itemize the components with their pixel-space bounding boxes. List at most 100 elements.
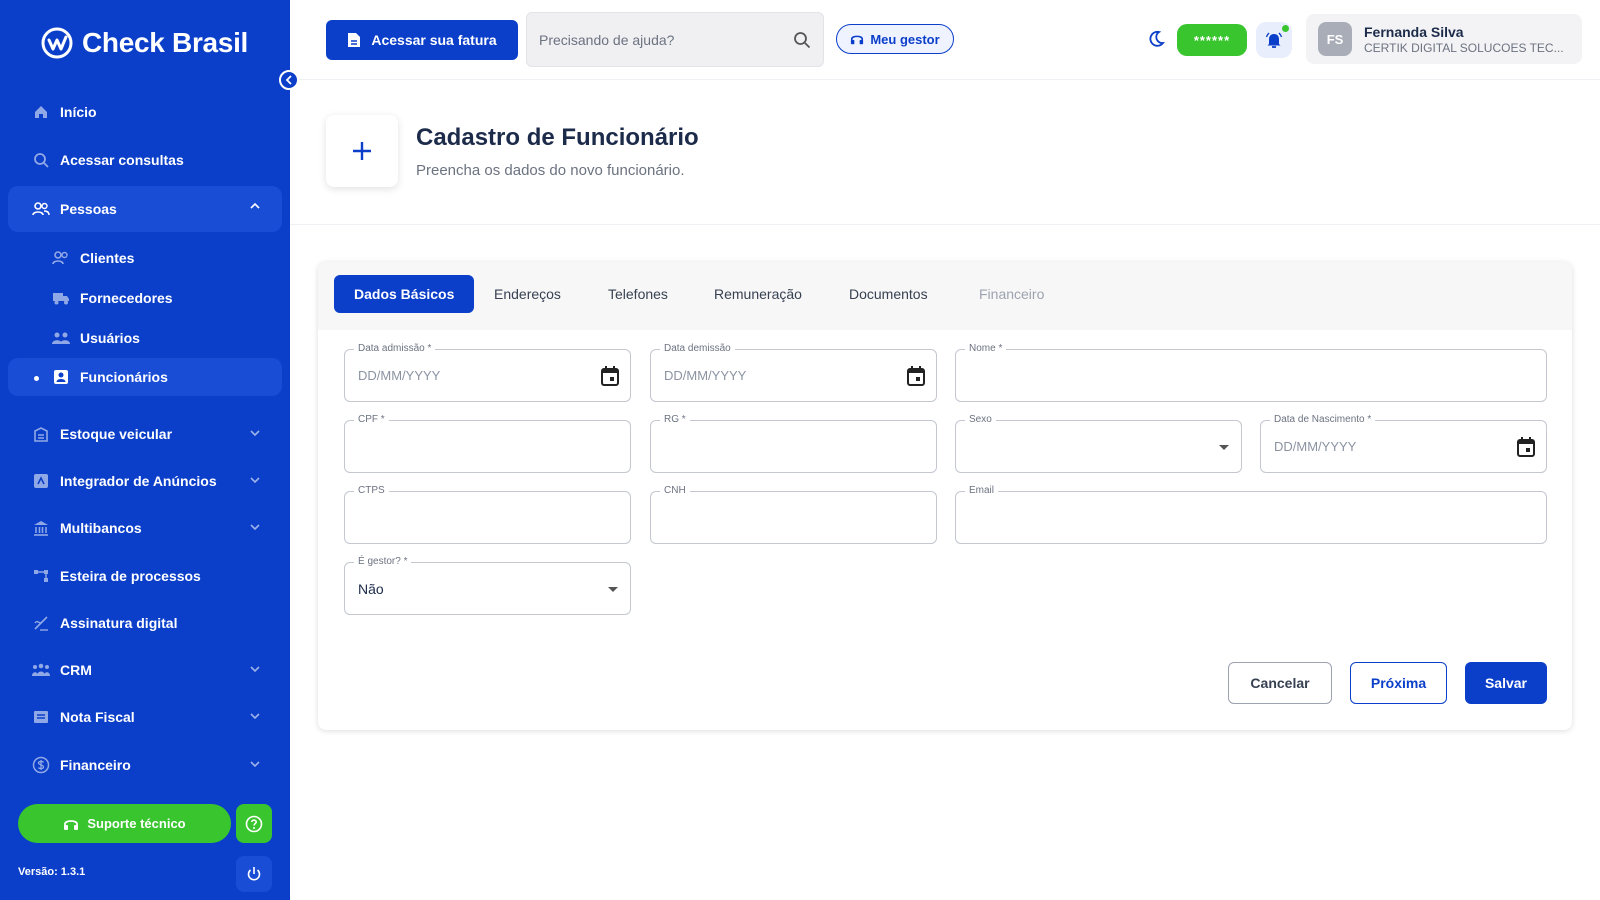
help-search-input[interactable]: [539, 31, 793, 48]
sidebar-item-crm[interactable]: CRM: [8, 646, 282, 693]
field-label: CPF *: [354, 414, 389, 426]
field-label: Data demissão: [660, 343, 735, 355]
form-tabs: Dados Básicos Endereços Telefones Remune…: [318, 262, 1572, 330]
data-nascimento-field[interactable]: Data de Nascimento * DD/MM/YYYY: [1260, 414, 1547, 473]
avatar: FS: [1318, 22, 1352, 56]
sidebar-item-label: Financeiro: [60, 756, 131, 773]
chevron-down-icon: [250, 761, 260, 767]
sidebar-item-financeiro[interactable]: Financeiro: [8, 741, 282, 788]
version-label: Versão: 1.3.1: [18, 866, 86, 878]
moon-icon[interactable]: [1147, 30, 1165, 48]
calendar-icon[interactable]: [906, 365, 926, 387]
logout-button[interactable]: [236, 856, 272, 892]
bank-icon: [32, 519, 50, 537]
sidebar-item-label: Nota Fiscal: [60, 709, 135, 725]
field-label: Nome *: [965, 343, 1007, 355]
sidebar-item-estoque[interactable]: Estoque veicular: [8, 410, 282, 457]
dropdown-arrow-icon: [608, 587, 618, 592]
tab-financeiro: Financeiro: [979, 286, 1045, 302]
sidebar-item-assinatura[interactable]: Assinatura digital: [8, 599, 282, 646]
sidebar-item-label: Usuários: [80, 330, 140, 346]
ctps-field[interactable]: CTPS: [344, 485, 631, 544]
dropdown-arrow-icon: [1219, 445, 1229, 450]
sidebar-item-multibancos[interactable]: Multibancos: [8, 504, 282, 552]
bell-icon: [1265, 31, 1283, 49]
tab-documentos[interactable]: Documentos: [849, 275, 928, 313]
sidebar-item-label: Integrador de Anúncios: [60, 472, 217, 489]
badge-icon: [52, 368, 70, 386]
cancel-button[interactable]: Cancelar: [1228, 662, 1332, 704]
next-button[interactable]: Próxima: [1350, 662, 1447, 704]
sidebar-item-clientes[interactable]: Clientes: [8, 238, 282, 278]
invoice-icon: [32, 708, 50, 726]
field-label: Sexo: [965, 414, 996, 426]
help-icon: [245, 815, 263, 833]
home-icon: [32, 103, 50, 121]
sidebar-item-consultas[interactable]: Acessar consultas: [8, 140, 282, 180]
data-demissao-field[interactable]: Data demissão DD/MM/YYYY: [650, 343, 937, 402]
sidebar-item-esteira[interactable]: Esteira de processos: [8, 552, 282, 599]
sidebar-collapse-button[interactable]: [279, 70, 299, 90]
headset-icon: [850, 32, 864, 46]
field-placeholder: DD/MM/YYYY: [358, 368, 441, 383]
flow-icon: [32, 567, 50, 585]
sidebar-menu: Início Acessar consultas Pessoas Cliente…: [8, 92, 282, 788]
email-field[interactable]: Email: [955, 485, 1547, 544]
money-icon: [32, 756, 50, 774]
field-label: CTPS: [354, 485, 389, 497]
support-button[interactable]: Suporte técnico: [18, 804, 231, 843]
tab-telefones[interactable]: Telefones: [608, 275, 668, 313]
people-icon: [52, 249, 70, 267]
field-label: Data admissão *: [354, 343, 436, 355]
page-header: Cadastro de Funcionário Preencha os dado…: [290, 80, 1600, 225]
invoice-button[interactable]: Acessar sua fatura: [326, 20, 518, 60]
tab-dados-basicos[interactable]: Dados Básicos: [334, 275, 475, 313]
page-title: Cadastro de Funcionário: [416, 124, 699, 151]
field-label: CNH: [660, 485, 690, 497]
gestor-select[interactable]: É gestor? * Não: [344, 556, 631, 615]
cpf-field[interactable]: CPF *: [344, 414, 631, 473]
field-label: É gestor? *: [354, 556, 412, 568]
masked-balance-pill[interactable]: ******: [1177, 24, 1247, 56]
users-icon: [52, 329, 70, 347]
invoice-label: Acessar sua fatura: [371, 32, 497, 48]
sidebar-item-integrador[interactable]: Integrador de Anúncios: [8, 457, 282, 504]
search-icon: [32, 151, 50, 169]
sidebar-item-label: Estoque veicular: [60, 425, 173, 442]
calendar-icon[interactable]: [600, 365, 620, 387]
sidebar-item-nota-fiscal[interactable]: Nota Fiscal: [8, 693, 282, 741]
sidebar-item-fornecedores[interactable]: Fornecedores: [8, 278, 282, 318]
ads-icon: [32, 472, 50, 490]
chevron-down-icon: [250, 713, 260, 719]
cnh-field[interactable]: CNH: [650, 485, 937, 544]
manager-button[interactable]: Meu gestor: [836, 24, 954, 54]
data-admissao-field[interactable]: Data admissão * DD/MM/YYYY: [344, 343, 631, 402]
notifications-button[interactable]: [1256, 22, 1292, 58]
help-button[interactable]: [236, 804, 272, 843]
field-label: Data de Nascimento *: [1270, 414, 1376, 426]
sidebar-item-usuarios[interactable]: Usuários: [8, 318, 282, 358]
sidebar-item-funcionarios[interactable]: Funcionários: [8, 358, 282, 396]
save-button[interactable]: Salvar: [1465, 662, 1547, 704]
user-menu[interactable]: FS Fernanda Silva CERTIK DIGITAL SOLUCOE…: [1306, 14, 1582, 64]
warehouse-icon: [32, 425, 50, 443]
employee-form-card: Dados Básicos Endereços Telefones Remune…: [318, 262, 1572, 730]
field-label: RG *: [660, 414, 690, 426]
document-icon: [347, 32, 361, 48]
support-label: Suporte técnico: [87, 816, 186, 831]
chevron-down-icon: [250, 666, 260, 672]
notification-dot: [1282, 25, 1289, 32]
tab-remuneracao[interactable]: Remuneração: [714, 275, 802, 313]
page-subtitle: Preencha os dados do novo funcionário.: [416, 162, 685, 179]
nome-field[interactable]: Nome *: [955, 343, 1547, 402]
sidebar-item-inicio[interactable]: Início: [8, 92, 282, 132]
sidebar-item-label: Multibancos: [60, 520, 142, 536]
calendar-icon[interactable]: [1516, 436, 1536, 458]
sexo-select[interactable]: Sexo: [955, 414, 1242, 473]
search-icon[interactable]: [793, 31, 811, 49]
tab-enderecos[interactable]: Endereços: [494, 275, 561, 313]
sidebar-item-pessoas[interactable]: Pessoas: [8, 186, 282, 232]
rg-field[interactable]: RG *: [650, 414, 937, 473]
sidebar-item-label: Pessoas: [60, 201, 117, 217]
brand-logo[interactable]: Check Brasil: [40, 26, 248, 60]
